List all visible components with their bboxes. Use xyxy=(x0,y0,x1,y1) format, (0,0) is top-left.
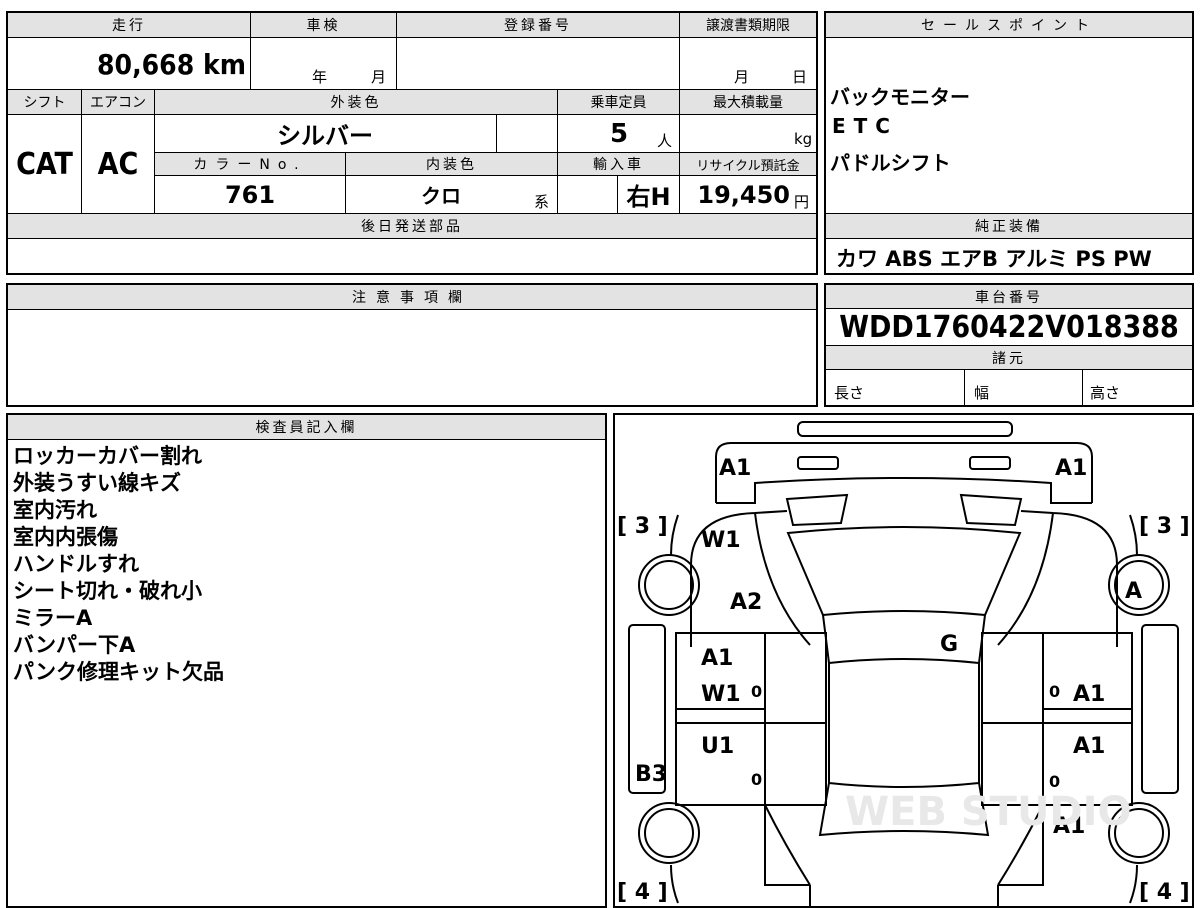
mark-tire-rl: [ 4 ] xyxy=(617,880,668,905)
transfer-day-label: 日 xyxy=(792,68,808,86)
exterior-value: シルバー xyxy=(277,122,373,150)
interior-value: クロ xyxy=(421,184,461,208)
recycle-unit: 円 xyxy=(794,193,810,211)
mileage-header: 走行 xyxy=(8,13,250,37)
spec-width-label: 幅 xyxy=(974,384,990,402)
watermark: WEB STUDIO xyxy=(845,789,1132,835)
inspector-note: パンク修理キット欠品 xyxy=(13,660,225,684)
transfer-month-label: 月 xyxy=(734,68,750,86)
colorno-header: カラーNo. xyxy=(155,153,345,175)
ac-value: AC xyxy=(97,146,139,182)
mark-rocker-left: B3 xyxy=(635,762,667,787)
mark-fdoor-right: A1 xyxy=(1073,682,1105,707)
mark-tire-rr: [ 4 ] xyxy=(1139,880,1190,905)
capacity-unit: 人 xyxy=(657,132,673,150)
mark-front-right: A1 xyxy=(1055,456,1087,481)
sales-point-item: パドルシフト xyxy=(830,151,951,175)
regno-header: 登録番号 xyxy=(397,13,679,37)
mark-rdoor-left: U1 xyxy=(701,734,734,759)
capacity-header: 乗車定員 xyxy=(558,90,679,114)
inspector-header: 検査員記入欄 xyxy=(8,415,605,439)
car-diagram-box: A1 A1 [ 3 ] [ 3 ] W1 A2 A G A1 W1 U1 B3 … xyxy=(613,413,1194,908)
recycle-value: 19,450 xyxy=(697,180,790,209)
spec-length-label: 長さ xyxy=(834,384,865,402)
capacity-value: 5 xyxy=(609,118,629,149)
transfer-header: 譲渡書類期限 xyxy=(680,13,816,37)
shift-value: CAT xyxy=(16,146,73,182)
maxload-header: 最大積載量 xyxy=(680,90,816,114)
interior-header: 内装色 xyxy=(346,153,557,175)
parts-header: 後日発送部品 xyxy=(8,214,816,238)
inspector-note: ミラーA xyxy=(13,606,93,630)
maxload-unit: kg xyxy=(794,130,813,148)
mark-front-left: A1 xyxy=(719,456,751,481)
inspection-year-label: 年 xyxy=(312,68,328,86)
mark-zero: 0 xyxy=(751,682,762,701)
sales-points-box: セールスポイント バックモニター ETC パドルシフト 純正装備 カワ ABS … xyxy=(824,11,1194,275)
sales-point-item: ETC xyxy=(832,114,898,138)
regno-value xyxy=(398,39,678,89)
chassis-header: 車台番号 xyxy=(826,285,1192,308)
inspector-note: シート切れ・破れ小 xyxy=(13,579,202,603)
mark-fdoor-left-1: A1 xyxy=(701,646,733,671)
sales-points-header: セールスポイント xyxy=(826,13,1192,37)
chassis-number: WDD1760422V018388 xyxy=(839,309,1179,345)
car-diagram: A1 A1 [ 3 ] [ 3 ] W1 A2 A G A1 W1 U1 B3 … xyxy=(617,421,1190,906)
interior-suffix: 系 xyxy=(534,193,550,211)
shift-header: シフト xyxy=(8,90,81,114)
mark-rdoor-right: A1 xyxy=(1073,734,1105,759)
mark-fdoor-left-2: W1 xyxy=(701,682,741,707)
inspection-header: 車検 xyxy=(251,13,396,37)
vehicle-info-table: 走行 車検 登録番号 譲渡書類期限 シフト エアコン 外装色 乗車定員 最大積載… xyxy=(6,11,818,275)
spec-height-label: 高さ xyxy=(1090,384,1121,402)
mark-zero: 0 xyxy=(1049,682,1060,701)
inspector-note: ハンドルすれ xyxy=(13,552,139,576)
inspector-note: 外装うすい線キズ xyxy=(13,471,181,495)
inspector-box: 検査員記入欄 ロッカーカバー割れ 外装うすい線キズ 室内汚れ 室内内張傷 ハンド… xyxy=(6,413,607,908)
mark-tire-fr: [ 3 ] xyxy=(1139,514,1190,539)
inspector-note: ロッカーカバー割れ xyxy=(13,444,202,468)
sales-point-item: バックモニター xyxy=(830,85,970,109)
import-header: 輸入車 xyxy=(558,153,679,175)
inspector-note: 室内内張傷 xyxy=(13,525,118,549)
mark-tire-fl: [ 3 ] xyxy=(617,514,668,539)
chassis-box: 車台番号 WDD1760422V018388 諸元 長さ 幅 高さ xyxy=(824,283,1194,407)
exterior-header: 外装色 xyxy=(155,90,557,114)
mark-wheel-right: A xyxy=(1125,579,1142,604)
colorno-value: 761 xyxy=(224,180,276,209)
import-value: 右H xyxy=(626,183,671,211)
equipment-value: カワ ABS エアB アルミ PS PW xyxy=(836,247,1152,271)
inspector-notes-list: ロッカーカバー割れ 外装うすい線キズ 室内汚れ 室内内張傷 ハンドルすれ シート… xyxy=(13,443,224,686)
specs-header: 諸元 xyxy=(826,346,1192,369)
mileage-value: 80,668 km xyxy=(97,47,246,81)
mark-fender-left: W1 xyxy=(701,528,741,553)
recycle-header: リサイクル預託金 xyxy=(680,153,816,175)
caution-box: 注意事項欄 xyxy=(6,283,818,407)
mark-roof: G xyxy=(940,632,958,657)
ac-header: エアコン xyxy=(82,90,154,114)
inspector-note: バンパー下A xyxy=(13,633,136,657)
inspection-month-label: 月 xyxy=(371,68,387,86)
caution-header: 注意事項欄 xyxy=(8,285,816,309)
equipment-header: 純正装備 xyxy=(826,214,1192,238)
mark-hood-left: A2 xyxy=(730,590,762,615)
inspector-note: 室内汚れ xyxy=(13,498,97,522)
mark-zero: 0 xyxy=(751,770,762,789)
